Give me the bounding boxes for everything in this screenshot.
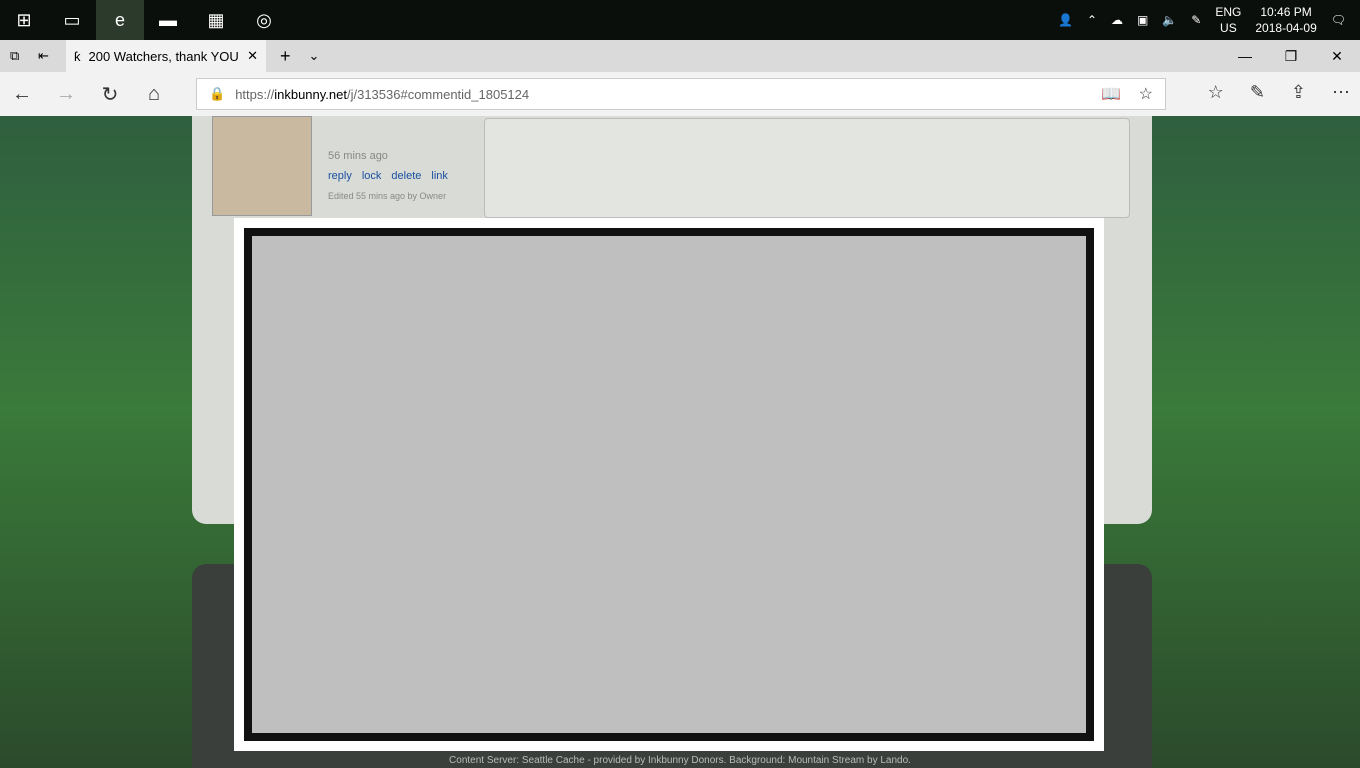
notes-icon[interactable]: ✎ (1250, 82, 1265, 103)
new-tab-icon[interactable]: + (280, 46, 291, 67)
edited-note: Edited 55 mins ago by Owner (328, 191, 447, 201)
edge-icon[interactable]: e (96, 0, 144, 40)
clock[interactable]: 10:46 PM 2018-04-09 (1255, 4, 1316, 36)
file-explorer-icon[interactable]: ▬ (144, 0, 192, 40)
notifications-icon[interactable]: 🗨 (1331, 13, 1346, 27)
reading-view-icon[interactable]: 📖 (1101, 84, 1121, 104)
volume-icon[interactable]: 🔈 (1162, 13, 1177, 27)
region: US (1220, 21, 1237, 35)
url-field[interactable]: 🔒 https://inkbunny.net/j/313536#commenti… (196, 78, 1166, 110)
store-icon[interactable]: ▦ (192, 0, 240, 40)
chevron-down-icon[interactable]: ⌄ (309, 48, 320, 64)
system-tray: 👤 ⌃ ☁ ▣ 🔈 ✎ ENG US 10:46 PM 2018-04-09 🗨 (1058, 4, 1360, 36)
taskbar: ⊞ ▭ e ▬ ▦ ◎ 👤 ⌃ ☁ ▣ 🔈 ✎ ENG US 10:46 PM 20… (0, 0, 1360, 40)
delete-link[interactable]: delete (391, 170, 421, 182)
image-placeholder (244, 228, 1094, 741)
chevron-up-icon[interactable]: ⌃ (1087, 13, 1097, 27)
lock-link[interactable]: lock (362, 170, 382, 182)
favorite-star-icon[interactable]: ☆ (1139, 84, 1153, 104)
set-aside-icon[interactable]: ⇤ (38, 48, 49, 64)
avatar[interactable] (212, 116, 312, 216)
language[interactable]: ENG US (1215, 4, 1241, 36)
comment-meta: 56 mins ago reply lock delete link Edited 5… (328, 126, 458, 206)
task-view-icon[interactable]: ▭ (48, 0, 96, 40)
obs-icon[interactable]: ◎ (240, 0, 288, 40)
close-window-icon[interactable]: ✕ (1314, 48, 1360, 65)
reply-link[interactable]: reply (328, 170, 352, 182)
date: 2018-04-09 (1255, 21, 1317, 35)
link-link[interactable]: link (431, 170, 448, 182)
forward-icon[interactable]: → (44, 83, 88, 106)
footer-text: Content Server: Seattle Cache - provided… (449, 755, 911, 766)
favorites-icon[interactable]: ☆ (1208, 82, 1224, 103)
tab-bar: ⧉ ⇤ ƙ 200 Watchers, thank YOU ✕ + ⌄ — ❐ ✕ (0, 40, 1360, 72)
image-lightbox[interactable] (234, 218, 1104, 751)
comment-body (484, 118, 1130, 218)
tab-title: 200 Watchers, thank YOU (88, 48, 239, 64)
share-icon[interactable]: ⇪ (1291, 82, 1306, 103)
close-tab-icon[interactable]: ✕ (247, 48, 258, 64)
url-text: https://inkbunny.net/j/313536#commentid_… (235, 86, 530, 102)
minimize-icon[interactable]: — (1222, 48, 1268, 65)
time: 10:46 PM (1260, 5, 1312, 19)
tab-active[interactable]: ƙ 200 Watchers, thank YOU ✕ (66, 40, 266, 72)
lock-icon: 🔒 (209, 86, 226, 101)
tab-list-icon[interactable]: ⧉ (10, 48, 19, 64)
restore-icon[interactable]: ❐ (1268, 48, 1314, 65)
start-icon[interactable]: ⊞ (0, 0, 48, 40)
back-icon[interactable]: ← (0, 83, 44, 106)
favicon: ƙ (74, 48, 81, 64)
network-icon[interactable]: ▣ (1137, 13, 1148, 27)
pen-icon[interactable]: ✎ (1191, 13, 1201, 27)
more-icon[interactable]: ⋯ (1332, 82, 1350, 103)
address-bar: ← → ↻ ⌂ 🔒 https://inkbunny.net/j/313536#… (0, 72, 1360, 116)
comment-time: 56 mins ago (328, 150, 388, 162)
onedrive-icon[interactable]: ☁ (1111, 13, 1123, 27)
refresh-icon[interactable]: ↻ (88, 82, 132, 107)
people-icon[interactable]: 👤 (1058, 13, 1073, 27)
lang: ENG (1215, 5, 1242, 19)
home-icon[interactable]: ⌂ (132, 83, 176, 106)
